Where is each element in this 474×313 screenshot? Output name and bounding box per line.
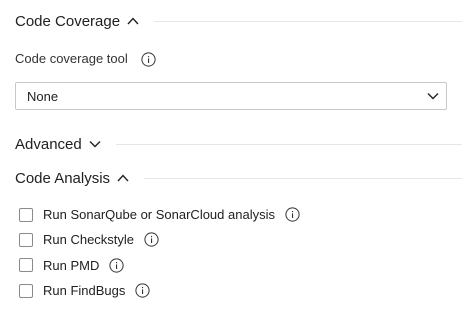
run-sonarqube-label[interactable]: Run SonarQube or SonarCloud analysis	[43, 207, 275, 222]
run-checkstyle-option[interactable]: Run Checkstyle	[19, 227, 300, 252]
code-coverage-title: Code Coverage	[15, 12, 121, 30]
info-icon[interactable]	[141, 52, 156, 67]
code-analysis-options: Run SonarQube or SonarCloud analysis Run…	[19, 202, 300, 303]
run-findbugs-checkbox[interactable]	[19, 283, 33, 298]
run-pmd-checkbox[interactable]	[19, 258, 33, 273]
run-findbugs-label[interactable]: Run FindBugs	[43, 283, 125, 298]
chevron-down-icon[interactable]	[88, 137, 102, 151]
run-pmd-option[interactable]: Run PMD	[19, 253, 300, 278]
run-checkstyle-label[interactable]: Run Checkstyle	[43, 232, 134, 247]
run-pmd-label[interactable]: Run PMD	[43, 258, 99, 273]
chevron-down-icon	[426, 89, 440, 103]
info-icon[interactable]	[285, 207, 300, 222]
advanced-section-header[interactable]: Advanced	[15, 133, 462, 155]
code-coverage-tool-value: None	[27, 88, 59, 104]
run-findbugs-option[interactable]: Run FindBugs	[19, 278, 300, 303]
info-icon[interactable]	[109, 258, 124, 273]
code-coverage-tool-label: Code coverage tool	[15, 49, 156, 67]
run-checkstyle-checkbox[interactable]	[19, 232, 33, 247]
code-analysis-section-header[interactable]: Code Analysis	[15, 167, 462, 189]
advanced-title: Advanced	[15, 135, 82, 153]
info-icon[interactable]	[144, 232, 159, 248]
run-sonarqube-option[interactable]: Run SonarQube or SonarCloud analysis	[19, 202, 300, 227]
code-analysis-title: Code Analysis	[15, 169, 111, 187]
code-coverage-section-header[interactable]: Code Coverage	[15, 10, 462, 32]
section-divider	[144, 177, 462, 179]
info-icon[interactable]	[135, 283, 150, 298]
section-divider	[115, 143, 462, 145]
section-divider	[154, 20, 462, 22]
chevron-up-icon[interactable]	[116, 171, 130, 185]
run-sonarqube-checkbox[interactable]	[19, 207, 33, 222]
chevron-up-icon[interactable]	[126, 14, 140, 28]
code-coverage-tool-select[interactable]: None	[15, 82, 447, 110]
code-coverage-tool-label-text: Code coverage tool	[15, 50, 128, 66]
